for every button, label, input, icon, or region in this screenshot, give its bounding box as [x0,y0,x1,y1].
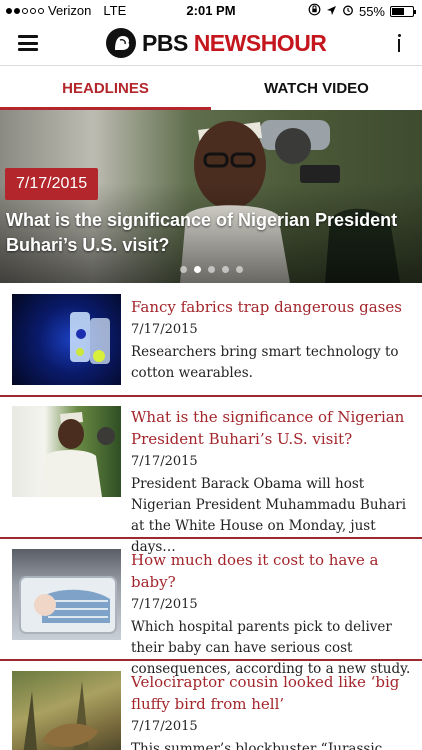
pbs-head-logo-icon [106,28,136,58]
status-bar: Verizon LTE 2:01 PM 55% [0,0,422,22]
article-date: 7/17/2015 [131,454,198,469]
logo-pbs-text: PBS [142,30,188,56]
article-date: 7/17/2015 [131,597,198,612]
article-thumbnail [12,406,121,497]
battery-percent: 55% [358,3,385,19]
battery-icon [390,5,416,17]
pbs-newshour-logo: PBS NEWSHOUR [106,28,327,58]
article-date: 7/17/2015 [131,322,198,337]
carousel-dot[interactable] [207,266,215,273]
app-header: PBS NEWSHOUR [0,22,422,66]
carousel-dot[interactable] [193,266,201,273]
article-thumbnail [12,549,121,640]
logo-newshour-text: NEWSHOUR [193,30,327,56]
carousel-page-indicator[interactable] [0,266,422,273]
article-title[interactable]: Fancy fabrics trap dangerous gases [131,296,417,318]
carousel-dot[interactable] [179,266,187,273]
section-tabs: HEADLINES WATCH VIDEO [0,67,422,110]
hero-carousel[interactable]: 7/17/2015 What is the significance of Ni… [0,110,422,283]
article-list-item[interactable]: Fancy fabrics trap dangerous gases 7/17/… [0,284,422,397]
article-list-item[interactable]: Velociraptor cousin looked like ‘big flu… [0,661,422,750]
article-title[interactable]: How much does it cost to have a baby? [131,549,417,593]
tab-watch-video[interactable]: WATCH VIDEO [211,67,422,110]
article-summary: This summer’s blockbuster “Jurassic [131,741,383,750]
article-date: 7/17/2015 [131,719,198,734]
article-title[interactable]: Velociraptor cousin looked like ‘big flu… [131,671,417,715]
status-right: 55% [308,3,416,19]
article-thumbnail [12,671,121,750]
tab-headlines[interactable]: HEADLINES [0,67,211,110]
hero-date-badge: 7/17/2015 [5,168,99,200]
rotation-lock-icon [308,3,321,19]
article-list-item[interactable]: What is the significance of Nigerian Pre… [0,397,422,555]
article-list-item[interactable]: How much does it cost to have a baby? 7/… [0,539,422,677]
article-title[interactable]: What is the significance of Nigerian Pre… [131,406,417,450]
article-thumbnail [12,294,121,385]
location-icon [326,4,337,19]
carousel-dot[interactable] [221,266,229,273]
hero-headline[interactable]: What is the significance of Nigerian Pre… [6,208,406,258]
alarm-icon [342,4,354,19]
hamburger-menu-icon[interactable] [18,35,38,51]
info-icon[interactable] [396,34,402,54]
article-summary: Researchers bring smart technology to co… [131,344,399,381]
carousel-dot[interactable] [235,266,243,273]
